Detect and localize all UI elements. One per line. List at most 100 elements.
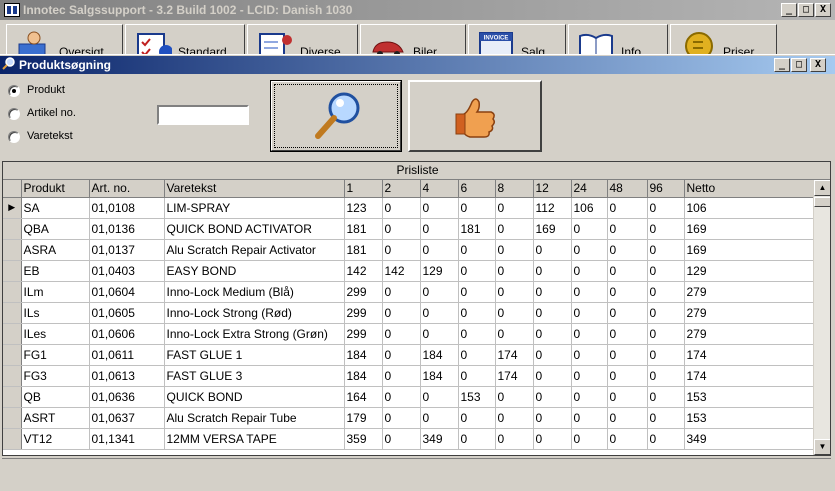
table-cell[interactable]: 0: [382, 239, 421, 261]
table-cell[interactable]: 0: [607, 428, 648, 450]
table-cell[interactable]: ILs: [21, 302, 90, 324]
table-cell[interactable]: 0: [458, 365, 496, 387]
table-cell[interactable]: Inno-Lock Medium (Blå): [164, 281, 345, 303]
table-cell[interactable]: 0: [420, 218, 459, 240]
table-cell[interactable]: 174: [495, 344, 534, 366]
column-header[interactable]: 2: [382, 180, 421, 198]
table-cell[interactable]: 0: [382, 428, 421, 450]
table-cell[interactable]: 0: [607, 281, 648, 303]
table-cell[interactable]: 129: [420, 260, 459, 282]
table-cell[interactable]: 0: [382, 323, 421, 345]
row-selector[interactable]: [3, 365, 22, 387]
table-cell[interactable]: EB: [21, 260, 90, 282]
table-row[interactable]: FG3 01,0613 FAST GLUE 3 184 0 184 0 174 0 0 0 0 174: [3, 365, 814, 387]
column-header[interactable]: 96: [647, 180, 685, 198]
table-cell[interactable]: FAST GLUE 1: [164, 344, 345, 366]
table-cell[interactable]: 0: [420, 302, 459, 324]
table-cell[interactable]: 0: [571, 281, 608, 303]
table-cell[interactable]: 0: [382, 344, 421, 366]
table-cell[interactable]: 0: [607, 386, 648, 408]
table-cell[interactable]: 0: [533, 302, 572, 324]
child-minimize-button[interactable]: _: [774, 58, 790, 72]
table-cell[interactable]: 0: [533, 260, 572, 282]
scroll-down-button[interactable]: ▼: [814, 439, 830, 455]
table-cell[interactable]: 0: [420, 197, 459, 219]
table-cell[interactable]: 164: [344, 386, 383, 408]
table-cell[interactable]: 0: [647, 281, 685, 303]
table-cell[interactable]: 359: [344, 428, 383, 450]
table-cell[interactable]: 153: [684, 386, 814, 408]
table-cell[interactable]: 01,0637: [89, 407, 165, 429]
toolbar-button-info[interactable]: Info: [568, 24, 668, 54]
table-cell[interactable]: 0: [495, 218, 534, 240]
table-cell[interactable]: 0: [533, 428, 572, 450]
table-row[interactable]: EB 01,0403 EASY BOND 142 142 129 0 0 0 0 0 0 129: [3, 260, 814, 282]
table-cell[interactable]: 0: [647, 302, 685, 324]
table-cell[interactable]: 01,0606: [89, 323, 165, 345]
table-cell[interactable]: 0: [647, 407, 685, 429]
table-cell[interactable]: Inno-Lock Strong (Rød): [164, 302, 345, 324]
row-selector[interactable]: [3, 407, 22, 429]
table-cell[interactable]: QUICK BOND: [164, 386, 345, 408]
table-cell[interactable]: 01,0403: [89, 260, 165, 282]
table-cell[interactable]: 0: [571, 239, 608, 261]
ok-button[interactable]: [408, 80, 542, 152]
table-cell[interactable]: 0: [382, 365, 421, 387]
table-cell[interactable]: 0: [495, 428, 534, 450]
row-selector[interactable]: [3, 281, 22, 303]
table-cell[interactable]: SA: [21, 197, 90, 219]
radio-button[interactable]: [8, 85, 20, 97]
table-cell[interactable]: 0: [495, 386, 534, 408]
table-cell[interactable]: 0: [495, 302, 534, 324]
toolbar-button-diverse[interactable]: Diverse: [247, 24, 358, 54]
table-cell[interactable]: 279: [684, 281, 814, 303]
child-maximize-button[interactable]: □: [791, 58, 807, 72]
toolbar-button-oversigt[interactable]: Oversigt: [6, 24, 123, 54]
row-selector[interactable]: [3, 344, 22, 366]
table-cell[interactable]: 0: [382, 281, 421, 303]
radio-button[interactable]: [8, 131, 20, 143]
search-input[interactable]: [157, 105, 249, 125]
column-header[interactable]: 1: [344, 180, 383, 198]
table-cell[interactable]: 01,0613: [89, 365, 165, 387]
column-header[interactable]: Produkt: [21, 180, 90, 198]
table-cell[interactable]: 0: [420, 239, 459, 261]
table-cell[interactable]: 0: [647, 365, 685, 387]
table-cell[interactable]: 279: [684, 302, 814, 324]
table-cell[interactable]: 106: [571, 197, 608, 219]
table-cell[interactable]: 299: [344, 281, 383, 303]
search-button[interactable]: [270, 80, 402, 152]
scroll-thumb[interactable]: [814, 197, 830, 207]
table-cell[interactable]: 0: [533, 323, 572, 345]
table-cell[interactable]: 0: [647, 260, 685, 282]
table-cell[interactable]: 0: [458, 407, 496, 429]
table-cell[interactable]: 0: [495, 260, 534, 282]
table-cell[interactable]: 349: [684, 428, 814, 450]
row-selector[interactable]: [3, 260, 22, 282]
table-cell[interactable]: 349: [420, 428, 459, 450]
child-title-bar[interactable]: Produktsøgning _ □ X: [0, 56, 835, 74]
table-cell[interactable]: 01,0605: [89, 302, 165, 324]
table-cell[interactable]: 01,0611: [89, 344, 165, 366]
scroll-up-button[interactable]: ▲: [814, 180, 830, 196]
vertical-scrollbar[interactable]: ▲ ▼: [813, 180, 830, 455]
column-header[interactable]: 4: [420, 180, 459, 198]
table-cell[interactable]: 0: [458, 344, 496, 366]
table-row[interactable]: ASRT 01,0637 Alu Scratch Repair Tube 179 0 0 0…: [3, 407, 814, 429]
table-cell[interactable]: 0: [382, 302, 421, 324]
table-cell[interactable]: 0: [495, 407, 534, 429]
table-cell[interactable]: 153: [684, 407, 814, 429]
table-cell[interactable]: FG3: [21, 365, 90, 387]
table-cell[interactable]: 181: [344, 218, 383, 240]
table-cell[interactable]: FAST GLUE 3: [164, 365, 345, 387]
table-cell[interactable]: 181: [344, 239, 383, 261]
table-cell[interactable]: Inno-Lock Extra Strong (Grøn): [164, 323, 345, 345]
column-header[interactable]: Varetekst: [164, 180, 345, 198]
table-cell[interactable]: ASRT: [21, 407, 90, 429]
maximize-button[interactable]: □: [798, 3, 814, 17]
row-selector[interactable]: [3, 323, 22, 345]
table-cell[interactable]: 0: [571, 302, 608, 324]
column-header[interactable]: 8: [495, 180, 534, 198]
table-cell[interactable]: 0: [647, 239, 685, 261]
table-row[interactable]: VT12 01,1341 12MM VERSA TAPE 359 0 349 0 0 0 0 0 0 3…: [3, 428, 814, 450]
